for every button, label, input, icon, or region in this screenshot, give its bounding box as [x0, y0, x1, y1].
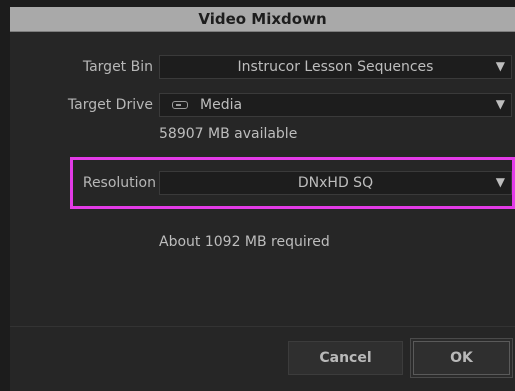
footer-divider: [10, 326, 515, 327]
dialog-title-bar: Video Mixdown: [10, 7, 515, 32]
dropdown-arrow-icon: ▼: [495, 97, 505, 111]
target-bin-label: Target Bin: [82, 59, 153, 75]
required-space-text: About 1092 MB required: [159, 234, 330, 250]
target-drive-value: Media: [200, 97, 243, 113]
drive-icon: [172, 101, 188, 109]
target-drive-select[interactable]: Media ▼: [159, 93, 512, 117]
dialog-title: Video Mixdown: [198, 10, 327, 28]
target-bin-select[interactable]: Instrucor Lesson Sequences ▼: [159, 55, 512, 79]
drive-available-text: 58907 MB available: [159, 126, 298, 142]
target-drive-label: Target Drive: [67, 97, 153, 113]
ok-button[interactable]: OK: [413, 341, 510, 375]
highlight-box: [70, 157, 515, 209]
target-bin-value: Instrucor Lesson Sequences: [237, 59, 434, 75]
cancel-button[interactable]: Cancel: [288, 341, 403, 375]
video-mixdown-dialog: [10, 32, 515, 391]
dropdown-arrow-icon: ▼: [495, 59, 505, 73]
